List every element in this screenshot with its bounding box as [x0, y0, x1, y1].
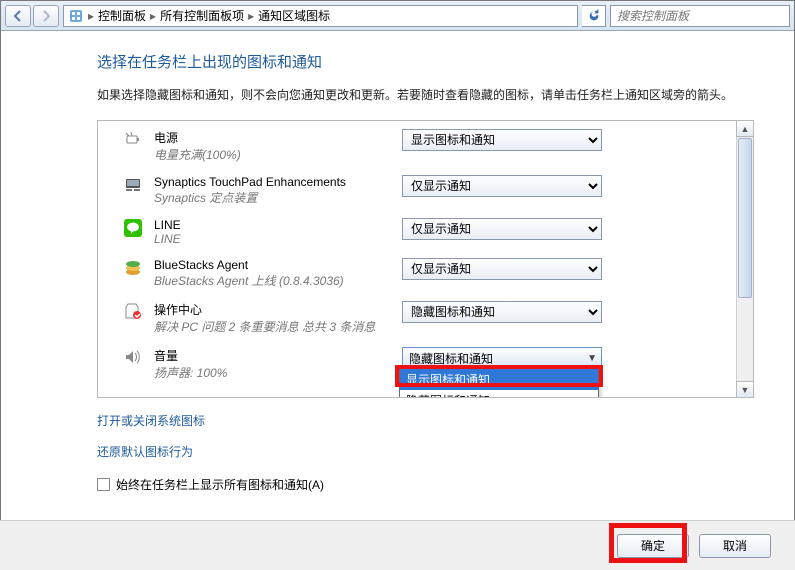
dropdown-list: 显示图标和通知 隐藏图标和通知 仅显示通知: [399, 368, 599, 397]
always-show-checkbox-row: 始终在任务栏上显示所有图标和通知(A): [97, 476, 754, 493]
cancel-button[interactable]: 取消: [699, 534, 771, 558]
action-center-icon: [124, 302, 142, 320]
scrollbar[interactable]: ▲ ▼: [736, 121, 753, 397]
refresh-icon: [587, 9, 601, 23]
address-bar: ▸ 控制面板 ▸ 所有控制面板项 ▸ 通知区域图标: [1, 1, 794, 31]
behavior-select[interactable]: 显示图标和通知: [402, 129, 602, 151]
icons-panel: 电源 电量充满(100%) 显示图标和通知 Synaptics TouchPad…: [97, 120, 754, 398]
item-name: 音量: [154, 347, 390, 364]
refresh-button[interactable]: [582, 5, 606, 27]
touchpad-icon: [124, 176, 142, 194]
line-app-icon: [124, 219, 142, 237]
list-item: 操作中心 解决 PC 问题 2 条重要消息 总共 3 条消息 隐藏图标和通知: [98, 293, 736, 339]
breadcrumb-item[interactable]: 所有控制面板项: [160, 7, 244, 24]
list-item: 电源 电量充满(100%) 显示图标和通知: [98, 121, 736, 167]
chevron-right-icon: ▸: [86, 9, 96, 23]
item-status: Synaptics 定点装置: [154, 189, 390, 206]
item-name: 操作中心: [154, 301, 390, 318]
arrow-left-icon: [12, 10, 24, 22]
page-description: 如果选择隐藏图标和通知，则不会向您通知更改和更新。若要随时查看隐藏的图标，请单击…: [97, 86, 754, 104]
scroll-up-button[interactable]: ▲: [736, 120, 754, 137]
bluestacks-icon: [124, 259, 142, 277]
dropdown-option[interactable]: 隐藏图标和通知: [400, 390, 598, 397]
control-panel-icon: [68, 8, 84, 24]
dropdown-option[interactable]: 显示图标和通知: [400, 369, 598, 390]
breadcrumb-item[interactable]: 控制面板: [98, 7, 146, 24]
chevron-right-icon: ▸: [246, 9, 256, 23]
cancel-label: 取消: [723, 537, 747, 554]
arrow-right-icon: [40, 10, 52, 22]
back-button[interactable]: [5, 5, 31, 27]
chevron-right-icon: ▸: [148, 9, 158, 23]
list-item: LINE LINE 仅显示通知: [98, 210, 736, 250]
behavior-select[interactable]: 隐藏图标和通知: [402, 301, 602, 323]
toggle-system-icons-link[interactable]: 打开或关闭系统图标: [97, 412, 205, 429]
content-area: 选择在任务栏上出现的图标和通知 如果选择隐藏图标和通知，则不会向您通知更改和更新…: [1, 31, 794, 519]
item-status: BlueStacks Agent 上线 (0.8.4.3036): [154, 272, 390, 289]
restore-defaults-link[interactable]: 还原默认图标行为: [97, 443, 193, 460]
volume-icon: [124, 348, 142, 366]
chevron-down-icon: ▼: [587, 353, 597, 364]
scroll-down-button[interactable]: ▼: [736, 381, 754, 398]
list-item: 音量 扬声器: 100% 隐藏图标和通知 ▼ 显示图标和通知 隐藏图标和通知 仅…: [98, 339, 736, 385]
behavior-select[interactable]: 仅显示通知: [402, 258, 602, 280]
item-status: LINE: [154, 232, 390, 246]
item-name: BlueStacks Agent: [154, 258, 390, 272]
ok-button[interactable]: 确定: [617, 534, 689, 558]
behavior-select[interactable]: 仅显示通知: [402, 218, 602, 240]
ok-label: 确定: [641, 537, 665, 554]
scroll-thumb[interactable]: [738, 138, 752, 298]
list-item: BlueStacks Agent BlueStacks Agent 上线 (0.…: [98, 250, 736, 293]
list-item: Synaptics TouchPad Enhancements Synaptic…: [98, 167, 736, 210]
always-show-label: 始终在任务栏上显示所有图标和通知(A): [116, 476, 324, 493]
behavior-select-open[interactable]: 隐藏图标和通知 ▼ 显示图标和通知 隐藏图标和通知 仅显示通知: [402, 347, 602, 369]
item-status: 扬声器: 100%: [154, 364, 390, 381]
always-show-checkbox[interactable]: [97, 478, 110, 491]
item-name: LINE: [154, 218, 390, 232]
combo-value: 隐藏图标和通知: [409, 350, 493, 367]
item-status: 解决 PC 问题 2 条重要消息 总共 3 条消息: [154, 318, 390, 335]
breadcrumb[interactable]: ▸ 控制面板 ▸ 所有控制面板项 ▸ 通知区域图标: [63, 5, 578, 27]
search-input[interactable]: [615, 8, 785, 24]
icons-list: 电源 电量充满(100%) 显示图标和通知 Synaptics TouchPad…: [98, 121, 753, 397]
breadcrumb-item[interactable]: 通知区域图标: [258, 7, 330, 24]
page-title: 选择在任务栏上出现的图标和通知: [97, 51, 754, 72]
footer: 确定 取消: [0, 520, 795, 570]
behavior-select[interactable]: 仅显示通知: [402, 175, 602, 197]
search-box[interactable]: [610, 5, 790, 27]
forward-button[interactable]: [33, 5, 59, 27]
item-name: Synaptics TouchPad Enhancements: [154, 175, 390, 189]
links-area: 打开或关闭系统图标 还原默认图标行为: [97, 412, 754, 474]
nav-buttons: [5, 5, 59, 27]
power-icon: [124, 130, 142, 148]
item-name: 电源: [154, 129, 390, 146]
item-status: 电量充满(100%): [154, 146, 390, 163]
